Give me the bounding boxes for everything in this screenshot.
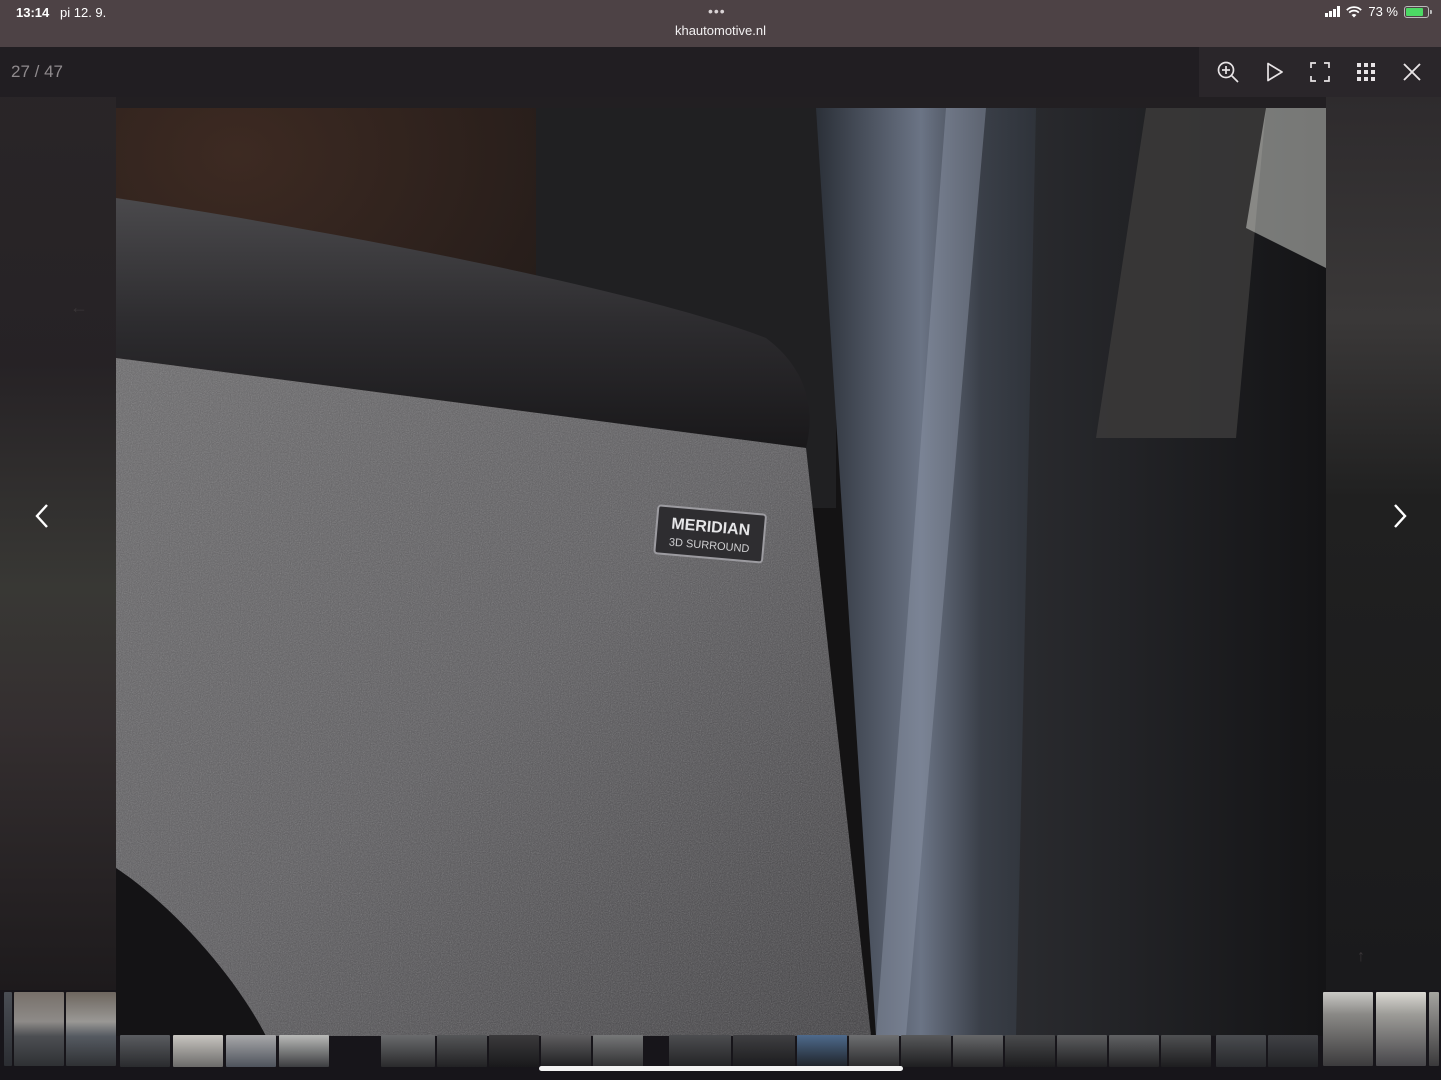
next-image-button[interactable]: [1380, 496, 1420, 536]
thumbnail[interactable]: [66, 992, 116, 1066]
thumbnail[interactable]: [381, 1035, 435, 1067]
meridian-badge: MERIDIAN 3D SURROUND: [653, 504, 767, 564]
thumbnail[interactable]: [1429, 992, 1439, 1066]
thumbnail[interactable]: [1057, 1035, 1107, 1067]
thumbnail[interactable]: [120, 1035, 170, 1067]
thumbnail[interactable]: [953, 1035, 1003, 1067]
slideshow-button[interactable]: [1254, 52, 1294, 92]
thumbnail[interactable]: [437, 1035, 487, 1067]
thumbnail[interactable]: [797, 1035, 847, 1067]
thumbnail[interactable]: [279, 1035, 329, 1067]
chevron-left-icon: [35, 504, 48, 528]
status-indicators: 73 %: [1325, 4, 1432, 19]
photo-car-interior-speaker: MERIDIAN 3D SURROUND: [116, 108, 1326, 1036]
backdrop-arrow-left-icon: ←: [70, 297, 88, 317]
status-date: pi 12. 9.: [60, 5, 107, 20]
thumbnail[interactable]: [733, 1035, 795, 1067]
zoom-button[interactable]: [1208, 52, 1248, 92]
thumbnail[interactable]: [1109, 1035, 1159, 1067]
thumbnail[interactable]: [1376, 992, 1426, 1066]
thumbnail[interactable]: [593, 1035, 643, 1067]
backdrop-left-panel: [0, 97, 116, 990]
fullscreen-icon: [1310, 62, 1330, 82]
thumbnail[interactable]: [1323, 992, 1373, 1066]
gallery-main-image[interactable]: MERIDIAN 3D SURROUND: [116, 108, 1326, 1036]
image-counter: 27 / 47: [11, 62, 63, 81]
cellular-signal-icon: [1325, 6, 1341, 17]
wifi-icon: [1346, 5, 1363, 17]
thumbnail[interactable]: [226, 1035, 276, 1067]
battery-level: [1406, 7, 1423, 16]
thumbnail[interactable]: [1216, 1035, 1266, 1067]
lightbox-toolbar: 27 / 47: [0, 47, 1441, 97]
home-indicator[interactable]: [539, 1066, 903, 1071]
fullscreen-button[interactable]: [1300, 52, 1340, 92]
battery-percent: 73 %: [1368, 4, 1398, 19]
backdrop-right-panel: [1326, 97, 1441, 990]
toolbar-actions: [1199, 47, 1441, 97]
status-time: 13:14: [16, 5, 50, 20]
play-icon: [1267, 62, 1283, 82]
zoom-in-icon: [1217, 61, 1239, 83]
status-bar: 13:14 pi 12. 9. ••• khautomotive.nl 73 %: [0, 0, 1441, 47]
thumbnail[interactable]: [14, 992, 64, 1066]
thumbnail[interactable]: [1268, 1035, 1318, 1067]
chevron-right-icon: [1394, 504, 1407, 528]
thumbnail[interactable]: [1161, 1035, 1211, 1067]
backdrop-scroll-top-icon: ↑: [1357, 948, 1365, 965]
thumbnail-strip: [0, 990, 1441, 1070]
thumbnail[interactable]: [173, 1035, 223, 1067]
grid-icon: [1357, 63, 1375, 81]
close-icon: [1403, 63, 1421, 81]
thumbnail[interactable]: [901, 1035, 951, 1067]
thumbnail[interactable]: [4, 992, 12, 1066]
thumbnail[interactable]: [669, 1035, 731, 1067]
thumbnails-grid-button[interactable]: [1346, 52, 1386, 92]
thumbnail[interactable]: [489, 1035, 539, 1067]
close-button[interactable]: [1392, 52, 1432, 92]
thumbnail[interactable]: [541, 1035, 591, 1067]
browser-menu-dots[interactable]: •••: [708, 3, 726, 19]
address-bar-url[interactable]: khautomotive.nl: [0, 23, 1441, 38]
thumbnail[interactable]: [849, 1035, 899, 1067]
thumbnail[interactable]: [1005, 1035, 1055, 1067]
battery-icon: [1404, 5, 1432, 18]
previous-image-button[interactable]: [22, 496, 62, 536]
